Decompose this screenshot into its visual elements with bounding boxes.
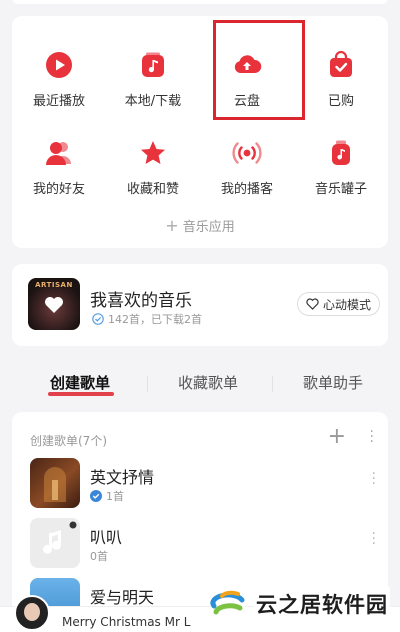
tab-collected-playlists[interactable]: 收藏歌单 [178, 372, 238, 393]
music-jar-icon [326, 138, 356, 168]
app-label: 已购 [327, 94, 354, 109]
watermark-text: 云之居软件园 [254, 587, 390, 621]
cover-portrait [24, 603, 40, 621]
app-favorites-likes[interactable]: 收藏和赞 [106, 116, 200, 204]
heartbeat-mode-label: 心动模式 [322, 297, 371, 312]
app-label: 本地/下载 [124, 94, 182, 109]
playlist-count: 1首 [90, 488, 124, 504]
add-playlist-icon[interactable]: + [328, 424, 346, 449]
music-apps-label: 音乐应用 [182, 220, 235, 235]
more-options-icon[interactable]: · · · [372, 467, 376, 491]
top-card-edge [12, 0, 388, 4]
liked-music-card[interactable]: ARTISAN 我喜欢的音乐 142首，已下载2首 心动模式 [12, 264, 388, 346]
broadcast-icon [232, 138, 262, 168]
play-icon [44, 50, 74, 80]
plus-icon: + [165, 216, 179, 235]
playlist-item[interactable]: 英文抒情 1首 · · · [30, 458, 388, 514]
app-local-download[interactable]: 本地/下载 [106, 28, 200, 116]
now-playing-title: Merry Christmas Mr L [62, 615, 191, 629]
app-label: 最近播放 [32, 94, 85, 109]
music-apps-link[interactable]: + 音乐应用 [12, 216, 388, 235]
playlist-thumbnail [30, 518, 80, 568]
app-my-friends[interactable]: 我的好友 [12, 116, 106, 204]
music-note-icon [138, 50, 168, 80]
tab-divider [272, 376, 273, 392]
tab-created-playlists[interactable]: 创建歌单 [50, 372, 110, 393]
playlist-name: 爱与明天 [90, 588, 155, 607]
tab-divider [147, 376, 148, 392]
heart-icon [45, 297, 63, 313]
apps-grid: 最近播放 本地/下载 云盘 已购 我的好友 收藏和赞 我的播客 音乐罐子 [12, 16, 388, 204]
more-options-icon[interactable]: · · · [372, 527, 376, 551]
playlist-cover-art [44, 467, 66, 502]
liked-music-cover: ARTISAN [28, 278, 80, 330]
check-circle-icon [92, 313, 104, 325]
site-watermark: 云之居软件园 [208, 580, 396, 628]
liked-music-count: 142首，已下载2首 [108, 313, 202, 326]
active-tab-underline [48, 392, 114, 396]
playlist-item[interactable]: 叭叭 0首 · · · [30, 518, 388, 574]
heart-outline-icon [306, 298, 319, 310]
playlist-name: 叭叭 [90, 528, 123, 547]
app-label: 我的播客 [220, 182, 273, 197]
tab-playlist-assistant[interactable]: 歌单助手 [303, 372, 363, 393]
app-label: 云盘 [233, 94, 260, 109]
playlist-count: 0首 [90, 548, 108, 564]
friends-icon [44, 138, 74, 168]
playlist-tabs: 创建歌单 收藏歌单 歌单助手 [0, 366, 400, 400]
playlist-name: 英文抒情 [90, 468, 155, 487]
star-icon [138, 138, 168, 168]
app-label: 音乐罐子 [314, 182, 367, 197]
app-label: 收藏和赞 [126, 182, 179, 197]
playlist-song-count: 0首 [90, 550, 108, 563]
now-playing-cover[interactable] [14, 595, 50, 631]
app-cloud-drive[interactable]: 云盘 [200, 28, 294, 116]
app-music-jar[interactable]: 音乐罐子 [294, 116, 388, 204]
cloud-upload-icon [232, 50, 262, 80]
liked-music-subtitle: 142首，已下载2首 [92, 311, 202, 327]
cover-logo-text: ARTISAN [35, 281, 73, 289]
app-my-podcast[interactable]: 我的播客 [200, 116, 294, 204]
more-options-icon[interactable]: · · · [370, 425, 374, 449]
watermark-logo-icon [210, 587, 245, 621]
app-recent-play[interactable]: 最近播放 [12, 28, 106, 116]
playlist-thumbnail [30, 458, 80, 508]
music-apps-panel: 最近播放 本地/下载 云盘 已购 我的好友 收藏和赞 我的播客 音乐罐子 + 音… [12, 16, 388, 248]
liked-music-title: 我喜欢的音乐 [90, 291, 192, 311]
heartbeat-mode-button[interactable]: 心动模式 [296, 292, 380, 316]
app-purchased[interactable]: 已购 [294, 28, 388, 116]
verified-icon [90, 490, 102, 502]
created-playlists-header: 创建歌单(7个) [30, 434, 107, 448]
shopping-bag-icon [326, 50, 356, 80]
app-label: 我的好友 [32, 182, 85, 197]
playlist-song-count: 1首 [106, 490, 124, 503]
music-note-placeholder-icon [43, 521, 77, 554]
